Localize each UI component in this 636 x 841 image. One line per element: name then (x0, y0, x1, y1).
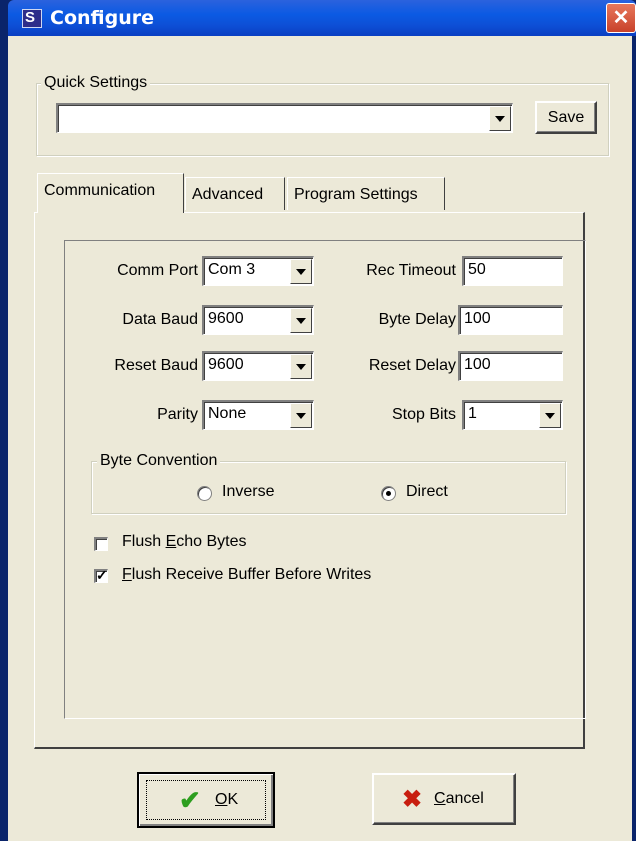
save-button[interactable]: Save (535, 101, 597, 134)
data-baud-value: 9600 (208, 310, 244, 327)
label-part: lush Receive Buffer Before Writes (131, 566, 372, 583)
stop-bits-value: 1 (468, 405, 477, 422)
label-part: cho Bytes (176, 533, 247, 550)
byte-convention-label: Byte Convention (97, 452, 221, 470)
reset-baud-value: 9600 (208, 356, 244, 373)
quick-settings-label: Quick Settings (41, 74, 151, 92)
data-baud-dropdown[interactable]: 9600 (202, 305, 314, 335)
parity-label: Parity (157, 406, 198, 423)
chevron-down-icon[interactable] (290, 403, 312, 428)
parity-dropdown[interactable]: None (202, 400, 314, 430)
comm-port-dropdown[interactable]: Com 3 (202, 256, 314, 286)
data-baud-label: Data Baud (122, 311, 198, 328)
quick-settings-dropdown[interactable] (56, 103, 513, 133)
tab-advanced[interactable]: Advanced (185, 177, 285, 210)
label-part: Flush (122, 533, 166, 550)
comm-port-label: Comm Port (117, 262, 198, 279)
check-icon: ✔ (179, 785, 201, 815)
mnemonic-letter: C (434, 790, 446, 807)
cancel-button[interactable]: ✖ Cancel (372, 773, 516, 825)
label-part: K (227, 791, 239, 808)
cancel-label: Cancel (434, 790, 484, 808)
checkmark-icon: ✓ (96, 567, 108, 583)
parity-value: None (208, 405, 247, 422)
direct-radio[interactable] (381, 486, 396, 501)
ok-button[interactable]: ✔ OK (137, 772, 275, 828)
comm-port-value: Com 3 (208, 261, 256, 278)
window-title: Configure (50, 7, 154, 29)
mnemonic-letter: O (215, 791, 228, 808)
chevron-down-icon[interactable] (489, 106, 511, 131)
focus-rectangle (146, 780, 266, 820)
flush-echo-bytes-checkbox[interactable] (94, 537, 108, 551)
inverse-radio[interactable] (197, 486, 212, 501)
chevron-down-icon[interactable] (539, 403, 561, 428)
mnemonic-letter: E (165, 533, 177, 550)
flush-receive-buffer-checkbox[interactable]: ✓ (94, 567, 108, 583)
configure-app-icon: S (22, 9, 42, 28)
stop-bits-label: Stop Bits (391, 406, 456, 423)
chevron-down-icon[interactable] (290, 354, 312, 379)
label-part: ancel (445, 790, 484, 807)
reset-delay-label: Reset Delay (368, 357, 456, 374)
byte-delay-field[interactable]: 100 (458, 305, 563, 335)
close-button[interactable]: ✕ (606, 3, 636, 33)
rec-timeout-label: Rec Timeout (366, 262, 456, 279)
stop-bits-dropdown[interactable]: 1 (462, 400, 563, 430)
byte-delay-label: Byte Delay (378, 311, 456, 328)
tab-program-settings[interactable]: Program Settings (287, 177, 445, 210)
close-icon: ✕ (612, 7, 630, 29)
mnemonic-letter: F (122, 566, 132, 583)
ok-label: OK (215, 791, 238, 809)
tab-communication[interactable]: Communication (37, 173, 184, 213)
title-bar[interactable]: S Configure ✕ (8, 0, 636, 36)
reset-baud-dropdown[interactable]: 9600 (202, 351, 314, 381)
inverse-radio-label[interactable]: Inverse (222, 483, 274, 501)
reset-delay-field[interactable]: 100 (458, 351, 563, 381)
direct-radio-label[interactable]: Direct (406, 483, 448, 501)
reset-baud-label: Reset Baud (114, 357, 198, 374)
rec-timeout-field[interactable]: 50 (462, 256, 563, 286)
chevron-down-icon[interactable] (290, 308, 312, 333)
flush-echo-bytes-label[interactable]: Flush Echo Bytes (122, 533, 247, 551)
x-icon: ✖ (402, 786, 423, 813)
flush-receive-buffer-label[interactable]: Flush Receive Buffer Before Writes (122, 566, 371, 584)
chevron-down-icon[interactable] (290, 259, 312, 284)
